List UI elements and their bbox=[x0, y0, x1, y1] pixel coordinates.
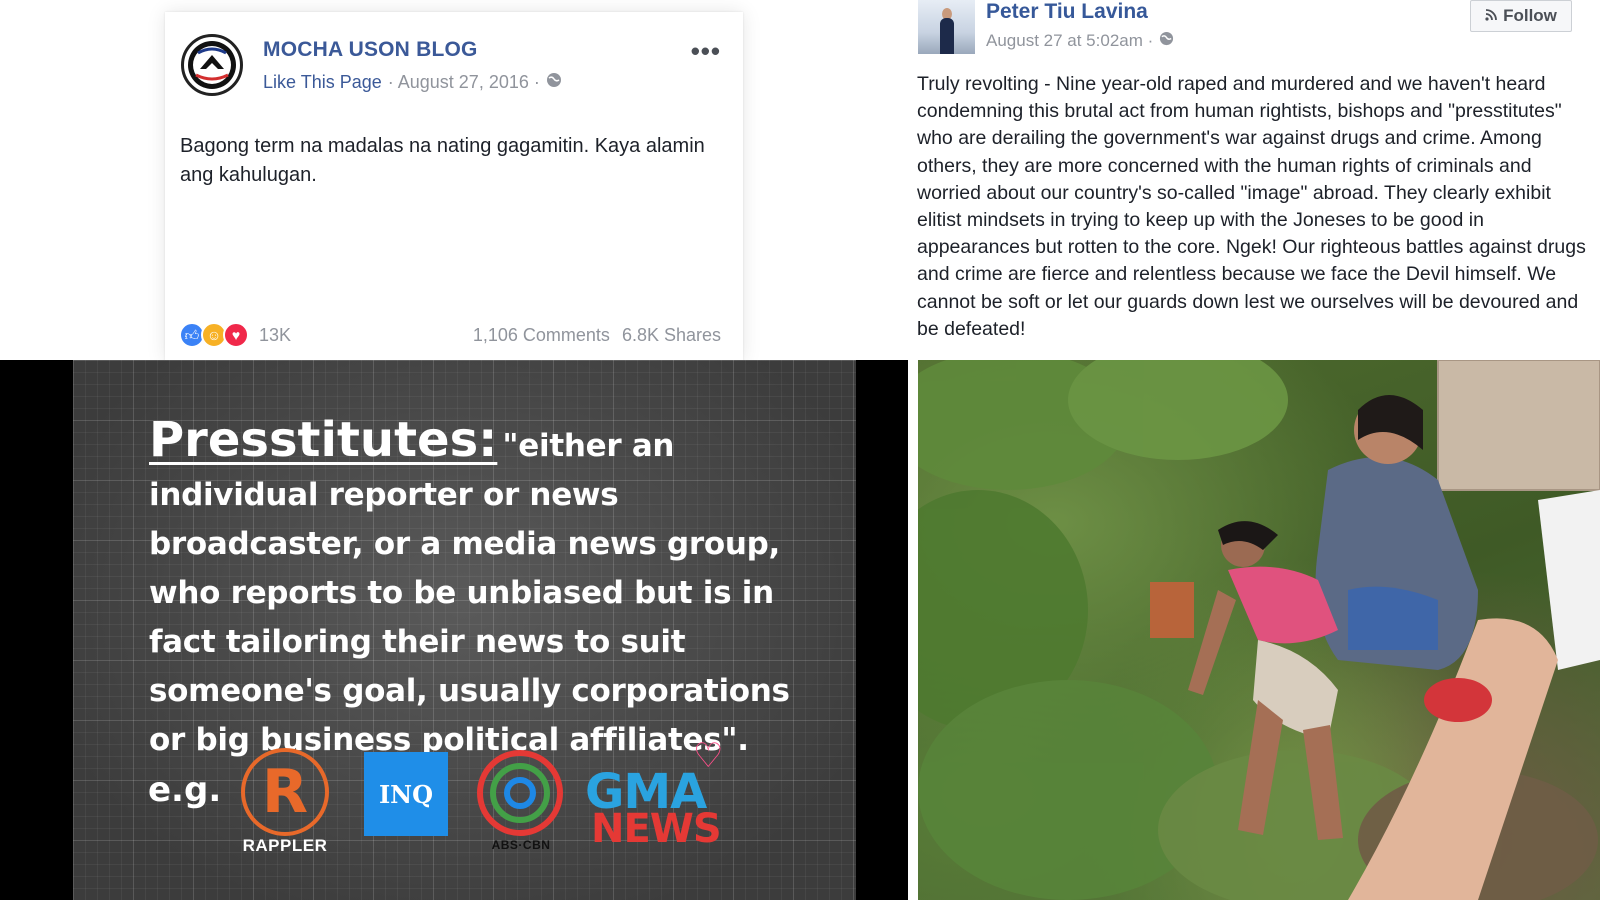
rappler-label: RAPPLER bbox=[242, 836, 328, 855]
page-name-link[interactable]: MOCHA USON BLOG bbox=[263, 38, 478, 62]
post-photo[interactable] bbox=[918, 360, 1600, 900]
comments-count-link[interactable]: 1,106 Comments bbox=[473, 325, 610, 346]
globe-icon bbox=[546, 72, 562, 93]
peter-post-panel: Peter Tiu Lavina August 27 at 5:02am · F… bbox=[908, 0, 1600, 360]
crime-scene-photo bbox=[918, 360, 1600, 900]
author-name-link[interactable]: Peter Tiu Lavina bbox=[986, 0, 1148, 24]
post-timestamp[interactable]: August 27 at 5:02am · bbox=[986, 31, 1153, 51]
abs-cbn-label: ABS·CBN bbox=[491, 838, 551, 852]
follow-button[interactable]: Follow bbox=[1470, 0, 1572, 32]
definition-graphic: Presstitutes: "either an individual repo… bbox=[0, 360, 908, 900]
post-stats: 1,106 Comments 6.8K Shares bbox=[473, 325, 721, 346]
post-date[interactable]: · August 27, 2016 · bbox=[388, 72, 540, 93]
mocha-post-card: MOCHA USON BLOG Like This Page · August … bbox=[165, 12, 743, 360]
rappler-mark: R bbox=[241, 748, 329, 836]
abs-cbn-ring-green bbox=[490, 763, 550, 823]
gma-news-logo: ♡ GMA NEWS bbox=[585, 734, 735, 854]
definition-block: Presstitutes: "either an individual repo… bbox=[149, 412, 829, 765]
reaction-count[interactable]: 13K bbox=[259, 325, 291, 346]
abs-cbn-ring-blue bbox=[504, 777, 536, 809]
abs-cbn-logo: ABS·CBN bbox=[475, 750, 567, 858]
post-meta: Like This Page · August 27, 2016 · bbox=[263, 72, 562, 93]
abs-cbn-rings bbox=[477, 750, 563, 836]
love-icon[interactable]: ♥ bbox=[223, 322, 249, 348]
post-text: Truly revolting - Nine year-old raped an… bbox=[917, 73, 1586, 340]
example-label: e.g. bbox=[148, 770, 222, 810]
avatar-figure bbox=[940, 18, 954, 54]
globe-icon bbox=[1159, 31, 1174, 51]
post-meta: August 27 at 5:02am · bbox=[986, 31, 1174, 51]
follow-label: Follow bbox=[1503, 6, 1557, 25]
definition-text: "either an individual reporter or news b… bbox=[149, 428, 790, 758]
inquirer-logo: INQ bbox=[364, 752, 448, 836]
definition-term: Presstitutes: bbox=[149, 412, 498, 468]
grid-background: Presstitutes: "either an individual repo… bbox=[73, 360, 856, 900]
rss-icon bbox=[1485, 6, 1497, 26]
page-logo-icon bbox=[188, 41, 236, 89]
shares-count-link[interactable]: 6.8K Shares bbox=[622, 325, 721, 346]
post-footer: 👍︎ ☺ ♥ 13K 1,106 Comments 6.8K Shares bbox=[179, 320, 721, 350]
more-options-icon[interactable]: ••• bbox=[691, 36, 721, 67]
mocha-post-panel: MOCHA USON BLOG Like This Page · August … bbox=[0, 0, 908, 360]
page-avatar[interactable] bbox=[181, 34, 243, 96]
rappler-logo: R RAPPLER bbox=[233, 748, 333, 858]
gma-news-label: NEWS bbox=[591, 806, 722, 852]
like-page-link[interactable]: Like This Page bbox=[263, 72, 382, 93]
author-avatar[interactable] bbox=[918, 0, 975, 54]
post-text: Bagong term na madalas na nating gagamit… bbox=[180, 135, 705, 186]
